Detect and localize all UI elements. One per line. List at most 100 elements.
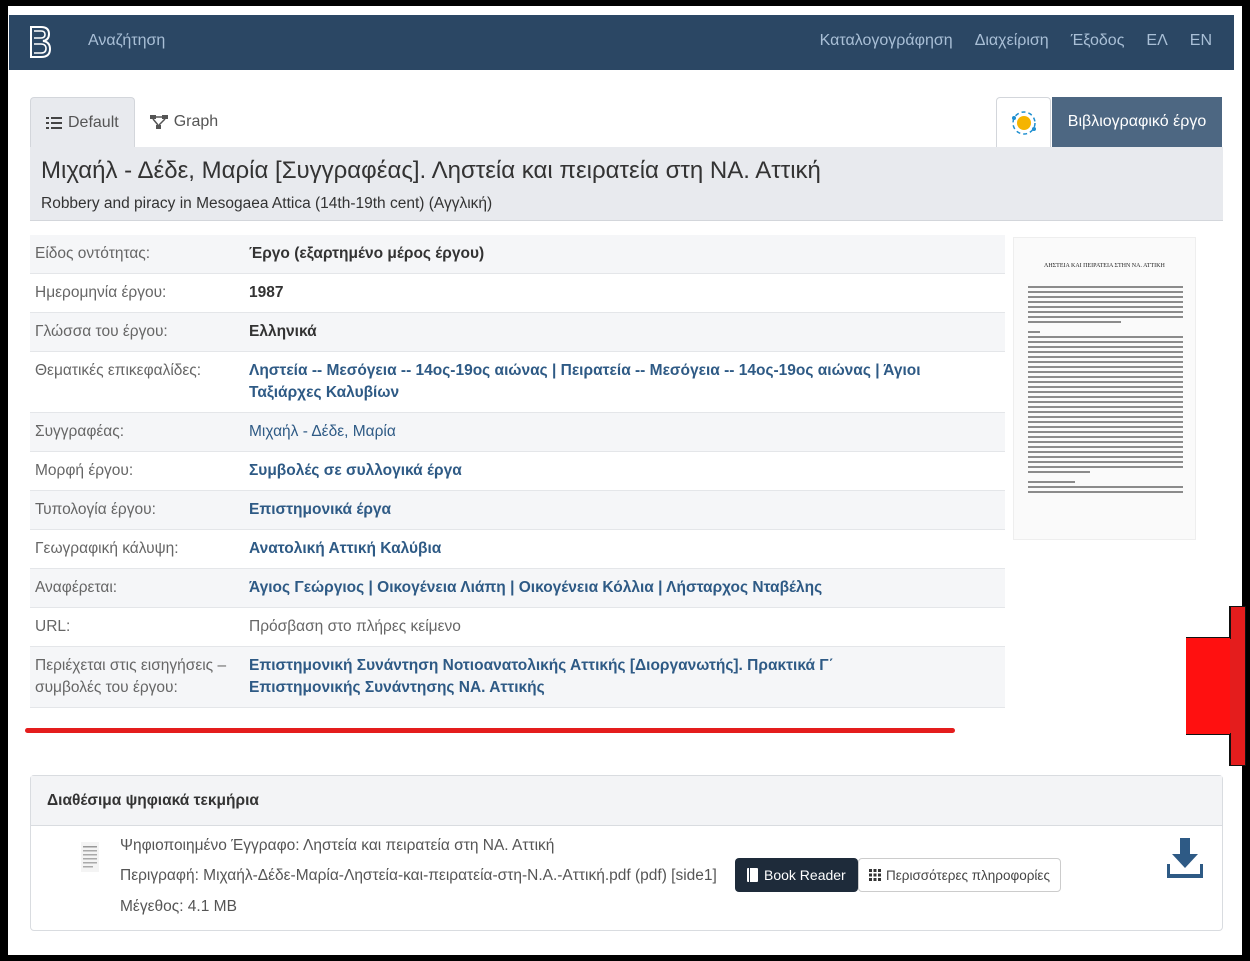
thumbnail-text-line xyxy=(1028,451,1183,453)
entity-icon-box[interactable] xyxy=(996,97,1051,147)
thumbnail-text-line xyxy=(1028,346,1183,348)
metadata-label: Ημερομηνία έργου: xyxy=(35,284,167,301)
thumbnail-text-line xyxy=(1028,361,1183,363)
nav-lang-el-link[interactable]: ΕΛ xyxy=(1146,32,1167,50)
thumbnail-text-line xyxy=(1028,446,1183,448)
metadata-label: Είδος οντότητας: xyxy=(35,245,151,262)
document-thumbnail[interactable]: ΛΗΣΤΕΙΑ ΚΑΙ ΠΕΙΡΑΤΕΙΑ ΣΤΗΝ ΝΑ. ΑΤΤΙΚΗ xyxy=(1013,237,1196,540)
metadata-value: Ελληνικά xyxy=(249,323,317,340)
thumbnail-text-line xyxy=(1028,356,1183,358)
metadata-label: Περιέχεται στις εισηγήσεις – συμβολές το… xyxy=(35,657,227,696)
metadata-label: Γεωγραφική κάλυψη: xyxy=(35,540,179,557)
file-description: Περιγραφή: Μιχαήλ-Δέδε-Μαρία-Ληστεία-και… xyxy=(120,867,717,884)
thumbnail-text-line xyxy=(1028,286,1183,288)
tab-graph[interactable]: Graph xyxy=(135,97,233,147)
thumbnail-text-line xyxy=(1028,296,1183,298)
list-icon xyxy=(46,116,62,130)
subject-headings-link[interactable]: Ληστεία -- Μεσόγεια -- 14ος-19ος αιώνας … xyxy=(249,360,1005,404)
metadata-label: Συγγραφέας: xyxy=(35,423,125,440)
thumbnail-text-line xyxy=(1028,471,1090,473)
contained-in-link[interactable]: Επιστημονική Συνάντηση Νοτιοανατολικής Α… xyxy=(249,655,1005,699)
thumbnail-text-line xyxy=(1028,336,1183,338)
thumbnail-text-line xyxy=(1028,331,1041,333)
metadata-row: Τυπολογία έργου: Επιστημονικά έργα xyxy=(30,491,1005,530)
thumbnail-text-line xyxy=(1028,491,1183,493)
nav-search-link[interactable]: Αναζήτηση xyxy=(88,32,165,50)
thumbnail-text-line xyxy=(1028,316,1183,318)
thumbnail-text-line xyxy=(1028,321,1121,323)
thumbnail-text-line xyxy=(1028,341,1183,343)
geographic-coverage-link[interactable]: Ανατολική Αττική Καλύβια xyxy=(249,538,1005,560)
entity-type-button[interactable]: Βιβλιογραφικό έργο xyxy=(1052,97,1222,147)
metadata-value: 1987 xyxy=(249,284,284,301)
thumbnail-text-line xyxy=(1028,351,1183,353)
thumbnail-text-line xyxy=(1028,431,1183,433)
thumbnail-doc-title: ΛΗΣΤΕΙΑ ΚΑΙ ΠΕΙΡΑΤΕΙΑ ΣΤΗΝ ΝΑ. ΑΤΤΙΚΗ xyxy=(1044,263,1165,269)
thumbnail-text-line xyxy=(1028,301,1183,303)
atom-icon xyxy=(1011,110,1036,135)
more-info-label: Περισσότερες πληροφορίες xyxy=(886,867,1050,883)
thumbnail-text-line xyxy=(1028,291,1183,293)
thumbnail-text-line xyxy=(1028,421,1183,423)
metadata-row: Ημερομηνία έργου: 1987 xyxy=(30,274,1005,313)
thumbnail-text-line xyxy=(1028,401,1183,403)
thumbnail-text-line xyxy=(1028,416,1183,418)
metadata-value: Έργο (εξαρτημένο μέρος έργου) xyxy=(249,245,485,262)
work-type-link[interactable]: Επιστημονικά έργα xyxy=(249,499,1005,521)
thumbnail-text-line xyxy=(1028,406,1183,408)
top-navbar: Αναζήτηση Καταλογογράφηση Διαχείριση Έξο… xyxy=(9,15,1234,70)
metadata-row: Είδος οντότητας: Έργο (εξαρτημένο μέρος … xyxy=(30,235,1005,274)
nav-lang-en-link[interactable]: EN xyxy=(1190,32,1212,50)
thumbnail-text-line xyxy=(1028,426,1183,428)
thumbnail-text-line xyxy=(1028,366,1183,368)
author-link[interactable]: Μιχαήλ - Δέδε, Μαρία xyxy=(249,421,1005,443)
thumbnail-text-lines xyxy=(1028,283,1183,495)
brand-logo-icon[interactable] xyxy=(29,26,51,58)
references-link[interactable]: Άγιος Γεώργιος | Οικογένεια Λιάπη | Οικο… xyxy=(249,577,1005,599)
tab-graph-label: Graph xyxy=(173,113,219,130)
thumbnail-text-line xyxy=(1028,391,1183,393)
book-reader-label: Book Reader xyxy=(764,867,846,883)
nav-logout-link[interactable]: Έξοδος xyxy=(1071,32,1125,50)
tab-default-label: Default xyxy=(68,113,119,131)
thumbnail-text-line xyxy=(1028,461,1183,463)
file-doc-title: Ψηφιοποιημένο Έγγραφο: Ληστεία και πειρα… xyxy=(120,837,555,854)
thumbnail-text-line xyxy=(1028,481,1075,483)
thumbnail-text-line xyxy=(1028,486,1183,488)
thumbnail-text-line xyxy=(1028,376,1183,378)
metadata-row: Γεωγραφική κάλυψη: Ανατολική Αττική Καλύ… xyxy=(30,530,1005,569)
thumbnail-text-line xyxy=(1028,306,1183,308)
metadata-row: Αναφέρεται: Άγιος Γεώργιος | Οικογένεια … xyxy=(30,569,1005,608)
nav-cataloguing-link[interactable]: Καταλογογράφηση xyxy=(820,32,953,50)
view-tabs: Default Graph xyxy=(30,97,233,147)
digital-files-panel: Διαθέσιμα ψηφιακά τεκμήρια Ψηφιοποιημένο… xyxy=(30,775,1223,931)
thumbnail-text-line xyxy=(1028,411,1183,413)
nav-admin-link[interactable]: Διαχείριση xyxy=(975,32,1049,50)
metadata-table: Είδος οντότητας: Έργο (εξαρτημένο μέρος … xyxy=(30,235,1005,708)
metadata-row: Θεματικές επικεφαλίδες: Ληστεία -- Μεσόγ… xyxy=(30,352,1005,413)
work-form-link[interactable]: Συμβολές σε συλλογικά έργα xyxy=(249,460,1005,482)
download-icon[interactable] xyxy=(1167,838,1203,878)
file-size: Μέγεθος: 4.1 MB xyxy=(120,898,237,915)
more-info-button[interactable]: Περισσότερες πληροφορίες xyxy=(858,858,1061,892)
annotation-arrow-icon xyxy=(1186,606,1246,766)
thumbnail-text-line xyxy=(1028,371,1183,373)
thumbnail-text-line xyxy=(1028,396,1183,398)
thumbnail-text-line xyxy=(1028,386,1183,388)
full-text-url-link[interactable]: Πρόσβαση στο πλήρες κείμενο xyxy=(249,616,1005,638)
record-title: Μιχαήλ - Δέδε, Μαρία [Συγγραφέας]. Ληστε… xyxy=(41,157,821,184)
metadata-label: URL: xyxy=(35,618,71,635)
metadata-row: Μορφή έργου: Συμβολές σε συλλογικά έργα xyxy=(30,452,1005,491)
grid-icon xyxy=(869,869,881,881)
metadata-label: Γλώσσα του έργου: xyxy=(35,323,168,340)
file-thumbnail-icon xyxy=(81,842,99,872)
record-title-block: Μιχαήλ - Δέδε, Μαρία [Συγγραφέας]. Ληστε… xyxy=(30,147,1223,221)
book-reader-button[interactable]: Book Reader xyxy=(735,858,858,892)
tab-default[interactable]: Default xyxy=(30,97,135,147)
book-icon xyxy=(747,868,759,882)
record-subtitle: Robbery and piracy in Mesogaea Attica (1… xyxy=(41,195,493,212)
metadata-label: Τυπολογία έργου: xyxy=(35,501,156,518)
metadata-label: Θεματικές επικεφαλίδες: xyxy=(35,362,202,379)
metadata-label: Μορφή έργου: xyxy=(35,462,134,479)
thumbnail-text-line xyxy=(1028,466,1183,468)
